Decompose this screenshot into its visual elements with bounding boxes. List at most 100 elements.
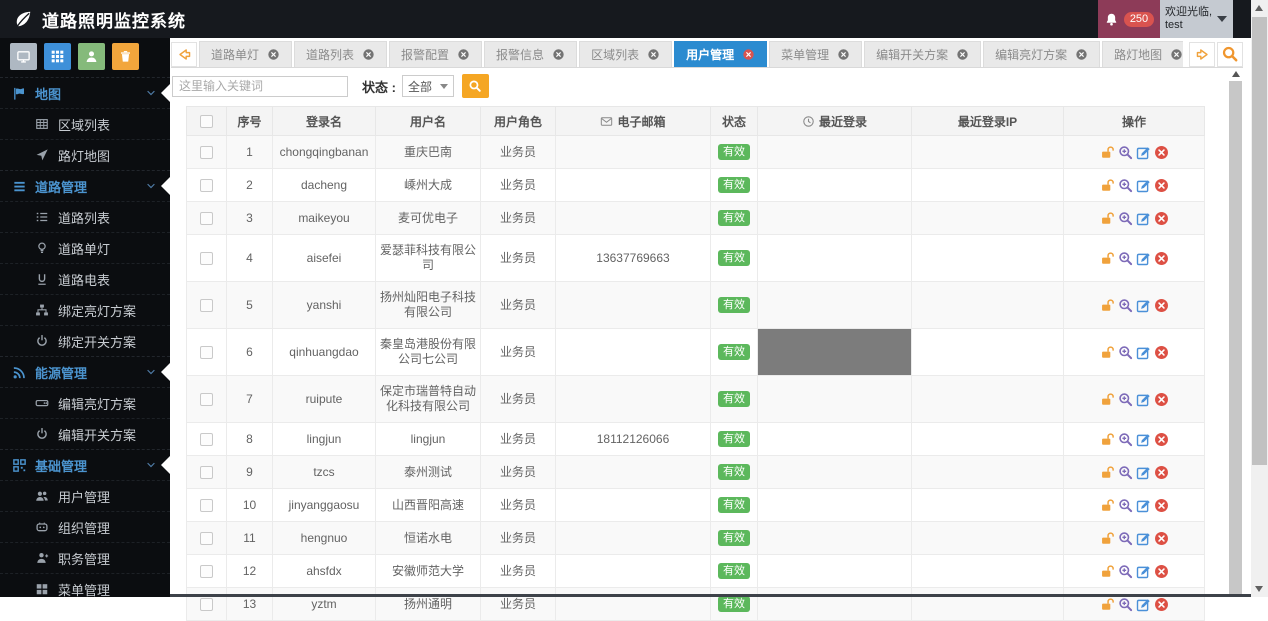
tab-报警信息[interactable]: 报警信息 xyxy=(484,41,577,67)
unlock-user-button[interactable] xyxy=(1100,345,1115,360)
unlock-user-button[interactable] xyxy=(1100,531,1115,546)
unlock-user-button[interactable] xyxy=(1100,145,1115,160)
edit-user-button[interactable] xyxy=(1136,465,1151,480)
row-checkbox[interactable] xyxy=(200,212,213,225)
sidebar-item-组织管理[interactable]: 组织管理 xyxy=(0,511,170,542)
delete-user-button[interactable] xyxy=(1154,465,1169,480)
user-menu[interactable]: 欢迎光临, test xyxy=(1160,0,1233,38)
quick-monitor-button[interactable] xyxy=(10,43,37,70)
select-all-checkbox[interactable] xyxy=(200,115,213,128)
scrollbar-thumb[interactable] xyxy=(1252,17,1267,465)
edit-user-button[interactable] xyxy=(1136,597,1151,612)
unlock-user-button[interactable] xyxy=(1100,211,1115,226)
unlock-user-button[interactable] xyxy=(1100,432,1115,447)
edit-user-button[interactable] xyxy=(1136,564,1151,579)
sidebar-section-能源管理[interactable]: 能源管理 xyxy=(0,356,170,387)
sidebar-item-职务管理[interactable]: 职务管理 xyxy=(0,542,170,573)
row-checkbox[interactable] xyxy=(200,146,213,159)
sidebar-item-绑定开关方案[interactable]: 绑定开关方案 xyxy=(0,325,170,356)
edit-user-button[interactable] xyxy=(1136,345,1151,360)
tabs-search-button[interactable] xyxy=(1217,42,1243,67)
edit-user-button[interactable] xyxy=(1136,211,1151,226)
quick-trash-button[interactable] xyxy=(112,43,139,70)
quick-th-button[interactable] xyxy=(44,43,71,70)
tab-close-icon[interactable] xyxy=(267,48,280,61)
view-user-button[interactable] xyxy=(1118,564,1133,579)
row-checkbox[interactable] xyxy=(200,393,213,406)
sidebar-item-绑定亮灯方案[interactable]: 绑定亮灯方案 xyxy=(0,294,170,325)
sidebar-item-菜单管理[interactable]: 菜单管理 xyxy=(0,573,170,604)
delete-user-button[interactable] xyxy=(1154,298,1169,313)
unlock-user-button[interactable] xyxy=(1100,498,1115,513)
tab-close-icon[interactable] xyxy=(457,48,470,61)
tab-close-icon[interactable] xyxy=(552,48,565,61)
tab-菜单管理[interactable]: 菜单管理 xyxy=(769,41,862,67)
sidebar-item-路灯地图[interactable]: 路灯地图 xyxy=(0,139,170,170)
unlock-user-button[interactable] xyxy=(1100,392,1115,407)
row-checkbox[interactable] xyxy=(200,499,213,512)
sidebar-item-用户管理[interactable]: 用户管理 xyxy=(0,480,170,511)
tab-close-icon[interactable] xyxy=(1075,48,1088,61)
view-user-button[interactable] xyxy=(1118,251,1133,266)
delete-user-button[interactable] xyxy=(1154,498,1169,513)
row-checkbox[interactable] xyxy=(200,598,213,611)
notifications-button[interactable]: 250 xyxy=(1098,0,1160,38)
view-user-button[interactable] xyxy=(1118,432,1133,447)
tab-close-icon[interactable] xyxy=(362,48,375,61)
tab-用户管理[interactable]: 用户管理 xyxy=(674,41,767,67)
row-checkbox[interactable] xyxy=(200,433,213,446)
view-user-button[interactable] xyxy=(1118,465,1133,480)
edit-user-button[interactable] xyxy=(1136,145,1151,160)
sidebar-item-编辑开关方案[interactable]: 编辑开关方案 xyxy=(0,418,170,449)
tab-报警配置[interactable]: 报警配置 xyxy=(389,41,482,67)
sidebar-item-道路列表[interactable]: 道路列表 xyxy=(0,201,170,232)
tab-close-icon[interactable] xyxy=(837,48,850,61)
tab-道路列表[interactable]: 道路列表 xyxy=(294,41,387,67)
tabs-scroll-left-button[interactable] xyxy=(171,42,197,67)
sidebar-section-道路管理[interactable]: 道路管理 xyxy=(0,170,170,201)
scrollbar-down-icon[interactable] xyxy=(1255,586,1263,592)
inner-scrollbar-thumb[interactable] xyxy=(1229,81,1242,594)
browser-scrollbar[interactable] xyxy=(1251,0,1268,597)
delete-user-button[interactable] xyxy=(1154,145,1169,160)
edit-user-button[interactable] xyxy=(1136,178,1151,193)
row-checkbox[interactable] xyxy=(200,565,213,578)
tab-编辑开关方案[interactable]: 编辑开关方案 xyxy=(864,41,981,67)
tab-close-icon[interactable] xyxy=(1170,48,1183,61)
sidebar-section-地图[interactable]: 地图 xyxy=(0,77,170,108)
sidebar-section-基础管理[interactable]: 基础管理 xyxy=(0,449,170,480)
unlock-user-button[interactable] xyxy=(1100,597,1115,612)
tab-close-icon[interactable] xyxy=(956,48,969,61)
unlock-user-button[interactable] xyxy=(1100,298,1115,313)
row-checkbox[interactable] xyxy=(200,466,213,479)
unlock-user-button[interactable] xyxy=(1100,251,1115,266)
tab-close-icon[interactable] xyxy=(647,48,660,61)
view-user-button[interactable] xyxy=(1118,392,1133,407)
row-checkbox[interactable] xyxy=(200,346,213,359)
delete-user-button[interactable] xyxy=(1154,531,1169,546)
keyword-input[interactable] xyxy=(172,76,348,97)
status-select[interactable]: 全部 xyxy=(402,75,454,97)
view-user-button[interactable] xyxy=(1118,345,1133,360)
row-checkbox[interactable] xyxy=(200,179,213,192)
unlock-user-button[interactable] xyxy=(1100,178,1115,193)
tab-编辑亮灯方案[interactable]: 编辑亮灯方案 xyxy=(983,41,1100,67)
unlock-user-button[interactable] xyxy=(1100,465,1115,480)
edit-user-button[interactable] xyxy=(1136,251,1151,266)
delete-user-button[interactable] xyxy=(1154,597,1169,612)
delete-user-button[interactable] xyxy=(1154,345,1169,360)
sidebar-item-区域列表[interactable]: 区域列表 xyxy=(0,108,170,139)
sidebar-item-道路电表[interactable]: 道路电表 xyxy=(0,263,170,294)
delete-user-button[interactable] xyxy=(1154,211,1169,226)
view-user-button[interactable] xyxy=(1118,298,1133,313)
row-checkbox[interactable] xyxy=(200,252,213,265)
quick-person-button[interactable] xyxy=(78,43,105,70)
delete-user-button[interactable] xyxy=(1154,432,1169,447)
edit-user-button[interactable] xyxy=(1136,298,1151,313)
view-user-button[interactable] xyxy=(1118,145,1133,160)
sidebar-item-编辑亮灯方案[interactable]: 编辑亮灯方案 xyxy=(0,387,170,418)
row-checkbox[interactable] xyxy=(200,532,213,545)
row-checkbox[interactable] xyxy=(200,299,213,312)
view-user-button[interactable] xyxy=(1118,178,1133,193)
tab-close-icon[interactable] xyxy=(742,48,755,61)
